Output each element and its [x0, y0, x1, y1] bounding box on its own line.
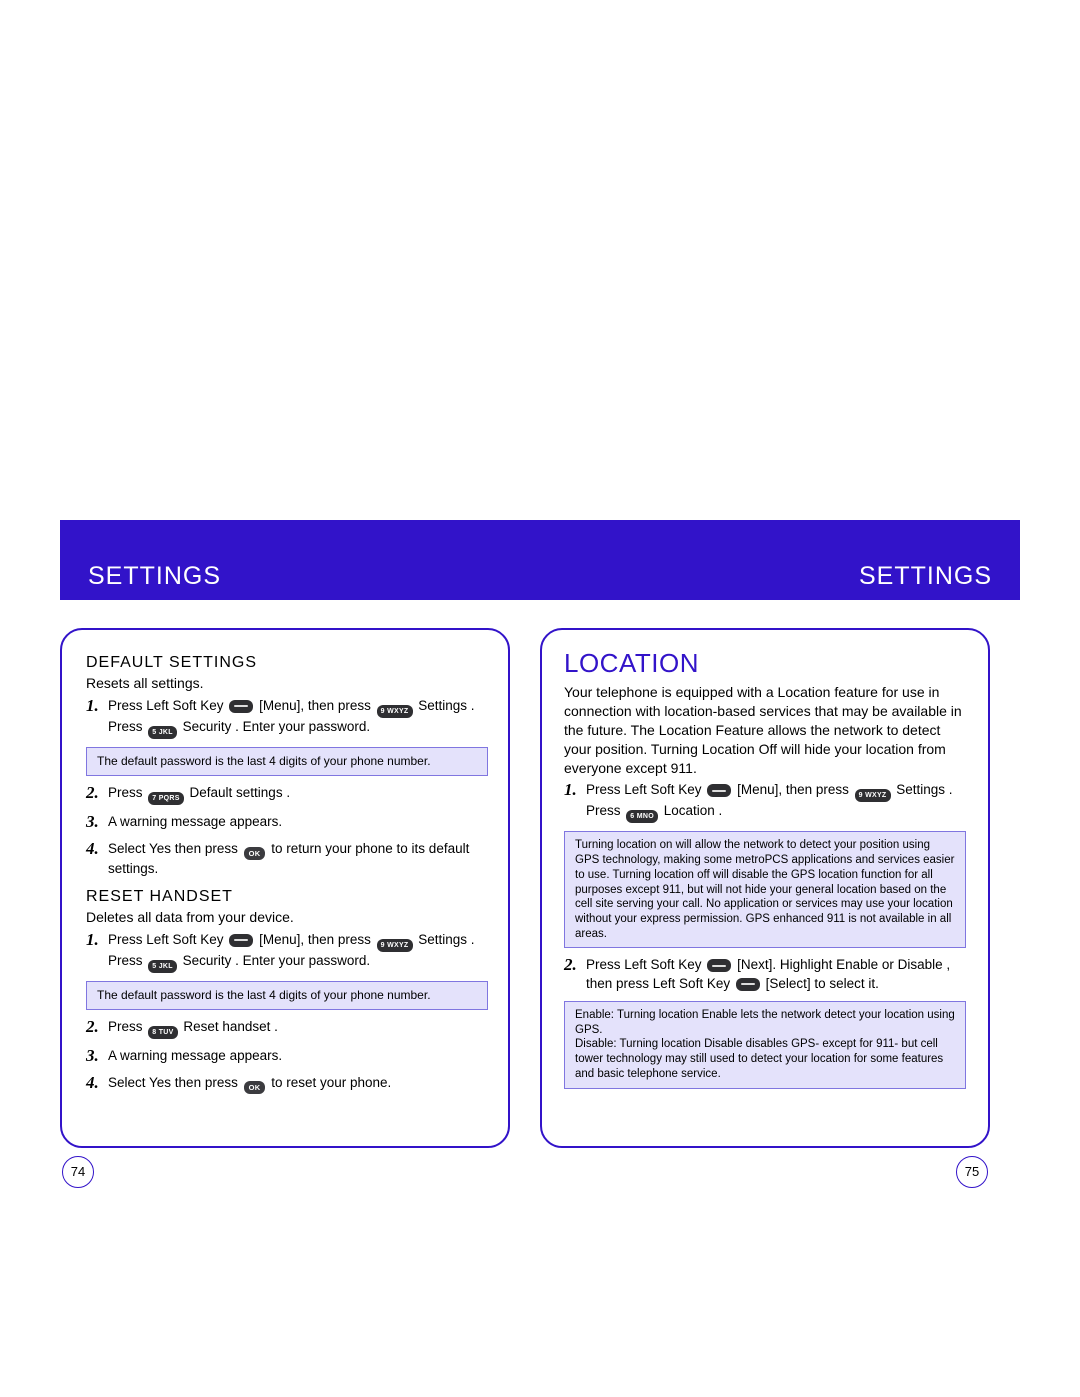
rh-password-note: The default password is the last 4 digit… [86, 981, 488, 1011]
book-pages: DEFAULT SETTINGS Resets all settings. Pr… [60, 600, 1020, 1200]
reset-handset-steps-cont: Press 8 TUV Reset handset . A warning me… [86, 1018, 488, 1093]
right-panel: LOCATION Your telephone is equipped with… [540, 628, 990, 1148]
key-8-icon: 8 TUV [148, 1026, 177, 1039]
section-location-title: LOCATION [564, 648, 966, 679]
page-right: LOCATION Your telephone is equipped with… [540, 628, 990, 1148]
default-settings-steps-cont: Press 7 PQRS Default settings . A warnin… [86, 784, 488, 877]
key-5-icon: 5 JKL [148, 726, 177, 739]
location-steps-2: Press Left Soft Key [Next]. Highlight En… [564, 956, 966, 992]
ds-step-1: Press Left Soft Key [Menu], then press 9… [108, 697, 488, 739]
ok-key-icon: OK [244, 847, 266, 860]
location-intro: Your telephone is equipped with a Locati… [564, 683, 966, 777]
page-number-left: 74 [62, 1156, 94, 1188]
loc-step-2: Press Left Soft Key [Next]. Highlight En… [586, 956, 966, 992]
ds-step-3: A warning message appears. [108, 813, 488, 831]
key-5-icon: 5 JKL [148, 960, 177, 973]
default-settings-steps: Press Left Soft Key [Menu], then press 9… [86, 697, 488, 739]
section-reset-handset-subtitle: Deletes all data from your device. [86, 908, 488, 927]
location-gps-note: Turning location on will allow the netwo… [564, 831, 966, 948]
rh-step-3: A warning message appears. [108, 1047, 488, 1065]
left-soft-key-icon [707, 784, 731, 797]
section-reset-handset-title: RESET HANDSET [86, 888, 488, 906]
reset-handset-steps: Press Left Soft Key [Menu], then press 9… [86, 931, 488, 973]
location-steps-1: Press Left Soft Key [Menu], then press 9… [564, 781, 966, 823]
key-9-icon: 9 WXYZ [377, 939, 413, 952]
location-enable-disable-note: Enable: Turning location Enable lets the… [564, 1001, 966, 1089]
chapter-title-right: SETTINGS [859, 562, 992, 591]
page-left: DEFAULT SETTINGS Resets all settings. Pr… [60, 628, 510, 1148]
left-soft-key-icon [707, 959, 731, 972]
ds-step-2: Press 7 PQRS Default settings . [108, 784, 488, 805]
rh-step-2: Press 8 TUV Reset handset . [108, 1018, 488, 1039]
rh-step-1: Press Left Soft Key [Menu], then press 9… [108, 931, 488, 973]
key-7-icon: 7 PQRS [148, 792, 183, 805]
key-9-icon: 9 WXYZ [377, 705, 413, 718]
left-soft-key-icon [736, 978, 760, 991]
key-6-icon: 6 MNO [626, 810, 658, 823]
chapter-title-band: SETTINGS SETTINGS [60, 520, 1020, 600]
section-default-settings-title: DEFAULT SETTINGS [86, 654, 488, 672]
loc-step-1: Press Left Soft Key [Menu], then press 9… [586, 781, 966, 823]
ds-step-4: Select Yes then press OK to return your … [108, 840, 488, 878]
ok-key-icon: OK [244, 1081, 266, 1094]
section-default-settings-subtitle: Resets all settings. [86, 674, 488, 693]
manual-spread: SETTINGS SETTINGS DEFAULT SETTINGS Reset… [0, 0, 1080, 1397]
key-9-icon: 9 WXYZ [855, 789, 891, 802]
page-number-right: 75 [956, 1156, 988, 1188]
left-panel: DEFAULT SETTINGS Resets all settings. Pr… [60, 628, 510, 1148]
left-soft-key-icon [229, 700, 253, 713]
chapter-title-left: SETTINGS [88, 562, 221, 591]
left-soft-key-icon [229, 934, 253, 947]
rh-step-4: Select Yes then press OK to reset your p… [108, 1074, 488, 1094]
ds-password-note: The default password is the last 4 digit… [86, 747, 488, 777]
